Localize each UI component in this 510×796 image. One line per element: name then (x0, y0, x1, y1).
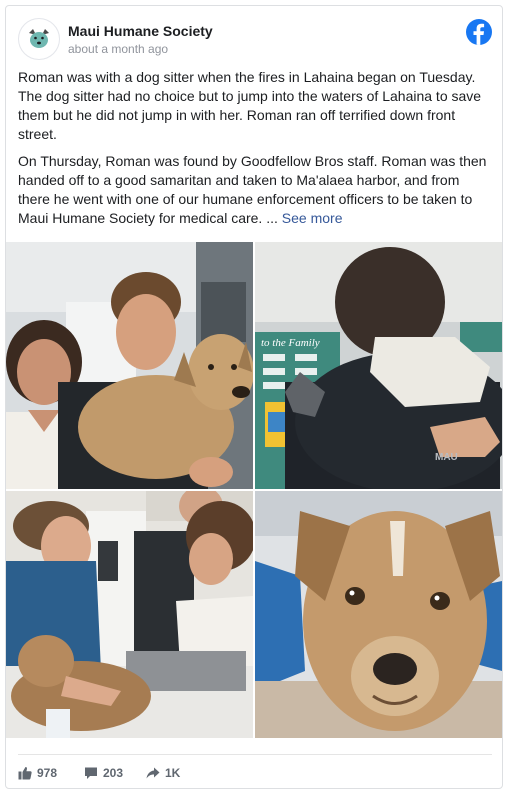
post-body: Roman was with a dog sitter when the fir… (18, 68, 488, 236)
comment-count[interactable]: 203 (84, 766, 123, 780)
page-avatar[interactable] (18, 18, 60, 60)
photo-grid: to the Family MAU (6, 242, 502, 738)
thumbs-up-icon (18, 767, 32, 780)
photo-hug[interactable]: to the Family MAU (255, 242, 502, 489)
dog-logo-icon (19, 19, 59, 59)
see-more-link[interactable]: See more (282, 210, 343, 226)
post-paragraph-1: Roman was with a dog sitter when the fir… (18, 69, 482, 142)
photo-dog-closeup[interactable] (255, 491, 502, 738)
share-count[interactable]: 1K (146, 766, 180, 780)
comment-count-text: 203 (103, 766, 124, 780)
post-timestamp[interactable]: about a month ago (68, 42, 168, 56)
facebook-post-card: Maui Humane Society about a month ago Ro… (5, 5, 503, 789)
facebook-logo-icon[interactable] (466, 19, 492, 45)
shirt-text: MAU (435, 452, 458, 463)
post-paragraph-2: On Thursday, Roman was found by Goodfell… (18, 152, 488, 228)
page-name[interactable]: Maui Humane Society (68, 23, 213, 39)
sign-text: to the Family (261, 337, 320, 349)
share-arrow-icon (146, 767, 160, 779)
post-header: Maui Humane Society about a month ago (18, 18, 492, 66)
photo-people-with-dog[interactable] (6, 242, 253, 489)
like-count[interactable]: 978 (18, 766, 57, 780)
post-paragraph-2-text: On Thursday, Roman was found by Goodfell… (18, 153, 487, 226)
like-count-text: 978 (37, 766, 58, 780)
post-footer: 978 203 1K (18, 754, 492, 785)
share-count-text: 1K (165, 766, 181, 780)
photo-vet-exam[interactable] (6, 491, 253, 738)
speech-bubble-icon (85, 767, 97, 779)
